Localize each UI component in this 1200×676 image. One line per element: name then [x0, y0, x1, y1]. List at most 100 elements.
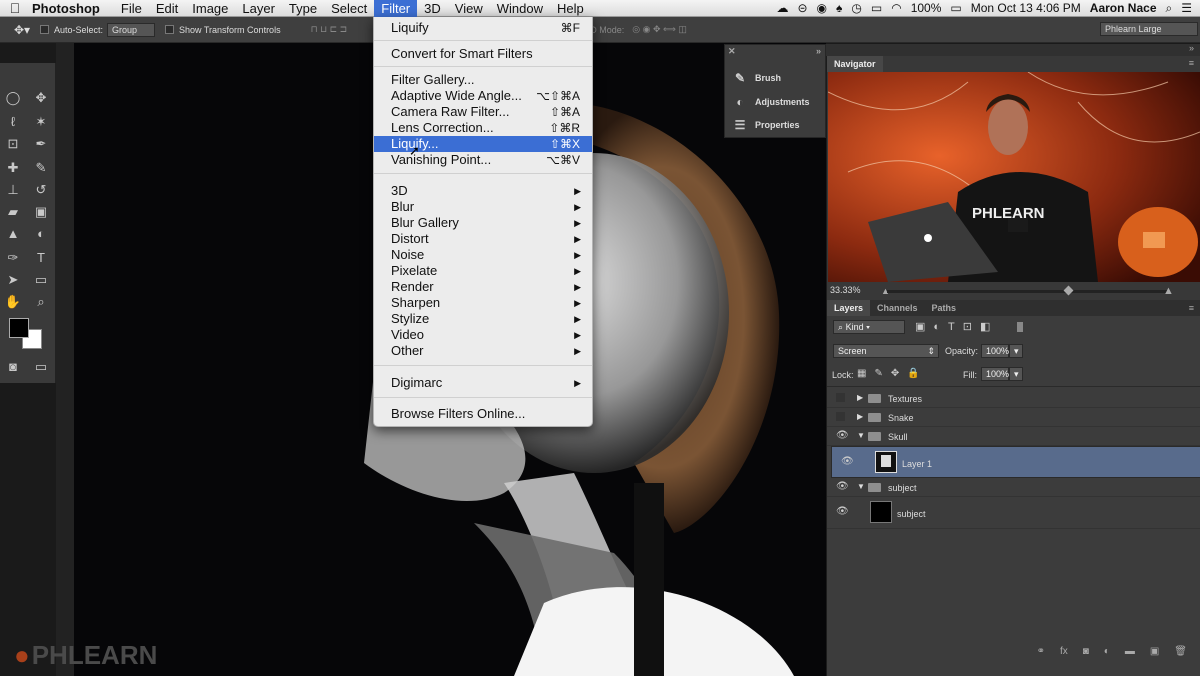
eyedropper-icon[interactable]: ✒ — [32, 135, 50, 153]
menu-item-adaptive-wide-angle[interactable]: Adaptive Wide Angle... ⌥⇧⌘A — [374, 88, 592, 104]
visibility-toggle-off[interactable] — [836, 393, 845, 402]
filter-kind-dropdown[interactable]: ⌕ Kind ▾ — [833, 320, 905, 334]
tab-channels[interactable]: Channels — [870, 300, 925, 316]
align-icons[interactable]: ⊓ ⊔ ⊏ ⊐ — [311, 24, 348, 35]
path-selection-icon[interactable]: ➤ — [4, 271, 22, 289]
menu-item-pixelate[interactable]: Pixelate ▶ — [374, 263, 592, 279]
layer-filter-icons[interactable]: ▣◐T⊡◧ — [915, 320, 998, 333]
airplay-icon[interactable]: ▭ — [871, 1, 882, 15]
menu-item-other[interactable]: Other ▶ — [374, 343, 592, 359]
layer-row-textures[interactable]: ▶ Textures — [827, 389, 1200, 408]
menu-item-liquify-last[interactable]: Liquify ⌘F — [374, 20, 592, 36]
menu-image[interactable]: Image — [185, 0, 235, 17]
menu-3d[interactable]: 3D — [417, 0, 448, 17]
menu-file[interactable]: File — [114, 0, 149, 17]
show-transform-checkbox[interactable] — [165, 25, 175, 34]
navigator-zoom-value[interactable]: 33.33% — [830, 285, 861, 295]
navigator-zoom-slider[interactable] — [887, 285, 1167, 296]
brush-tool-icon[interactable]: ✎ — [32, 159, 50, 177]
menu-item-filter-gallery[interactable]: Filter Gallery... — [374, 72, 592, 88]
pen-tool-icon[interactable]: ✑ — [4, 249, 22, 267]
3d-mode-icons[interactable]: ◎ ◉ ✥ ⟺ ◫ — [632, 24, 687, 35]
menu-layer[interactable]: Layer — [235, 0, 282, 17]
eye-icon[interactable]: 👁 — [836, 430, 849, 441]
menu-item-browse-filters[interactable]: Browse Filters Online... — [374, 406, 592, 422]
add-mask-icon[interactable]: ◙ — [1083, 646, 1089, 657]
hand-tool-icon[interactable]: ✋ — [4, 293, 22, 311]
record-icon[interactable]: ◉ — [817, 1, 827, 15]
new-layer-icon[interactable]: ▣ — [1150, 646, 1159, 657]
opacity-slider-button[interactable]: ▾ — [1009, 344, 1023, 358]
expand-arrow-icon[interactable]: ▶ — [857, 393, 863, 402]
expand-panel-icon[interactable]: » — [816, 46, 821, 56]
clock[interactable]: Mon Oct 13 4:06 PM — [971, 1, 1081, 15]
blur-tool-icon[interactable]: ▲ — [4, 225, 22, 243]
layer-row-layer-1[interactable]: 👁 Layer 1 — [831, 446, 1200, 478]
clone-stamp-icon[interactable]: ⊥ — [4, 181, 22, 199]
menu-item-video[interactable]: Video ▶ — [374, 327, 592, 343]
marquee-tool-icon[interactable]: ◯ — [4, 89, 22, 107]
trash-icon[interactable]: 🗑 — [1174, 646, 1187, 657]
layer-style-icon[interactable]: fx — [1060, 646, 1068, 657]
auto-select-checkbox[interactable] — [40, 25, 49, 34]
menu-item-sharpen[interactable]: Sharpen ▶ — [374, 295, 592, 311]
workspace-dropdown[interactable]: Phlearn Large — [1100, 22, 1198, 36]
layers-menu-icon[interactable]: ≡ — [1189, 303, 1194, 313]
menu-item-lens-correction[interactable]: Lens Correction... ⇧⌘R — [374, 120, 592, 136]
screen-mode-icon[interactable]: ▭ — [32, 358, 50, 376]
zoom-slider-knob[interactable] — [1063, 285, 1074, 296]
menu-type[interactable]: Type — [282, 0, 324, 17]
evernote-icon[interactable]: ♠ — [836, 1, 842, 15]
collapse-arrow-icon[interactable]: ▼ — [857, 431, 865, 440]
opacity-input[interactable]: 100% — [981, 344, 1009, 358]
move-tool-preset-icon[interactable]: ✥▾ — [0, 23, 40, 37]
spotlight-icon[interactable]: ⌕ — [1166, 1, 1173, 16]
menu-item-liquify[interactable]: Liquify... ⇧⌘X — [374, 136, 592, 152]
eye-icon[interactable]: 👁 — [836, 506, 849, 517]
history-brush-icon[interactable]: ↺ — [32, 181, 50, 199]
fill-input[interactable]: 100% — [981, 367, 1009, 381]
layer-row-subject[interactable]: 👁 subject — [827, 497, 1200, 529]
menu-filter[interactable]: Filter — [374, 0, 418, 17]
menu-item-convert-smart-filters[interactable]: Convert for Smart Filters — [374, 46, 592, 62]
app-menu[interactable]: Photoshop — [32, 1, 100, 16]
eye-icon[interactable]: 👁 — [836, 481, 849, 492]
sync-icon[interactable]: ⊝ — [797, 1, 807, 15]
eraser-icon[interactable]: ▰ — [4, 203, 22, 221]
menu-item-vanishing-point[interactable]: Vanishing Point... ⌥⌘V — [374, 152, 592, 168]
menu-view[interactable]: View — [448, 0, 490, 17]
navigator-tab[interactable]: Navigator — [827, 56, 883, 72]
magic-wand-icon[interactable]: ✶ — [32, 113, 50, 131]
menu-item-digimarc[interactable]: Digimarc ▶ — [374, 375, 592, 391]
collapse-panel-icon[interactable]: » — [1189, 43, 1194, 53]
adjustments-panel-button[interactable]: ◐ Adjustments — [733, 95, 809, 109]
lock-icons[interactable]: ▦✎✥🔒 — [857, 368, 928, 379]
close-panel-icon[interactable]: ✕ — [728, 46, 736, 57]
battery-icon[interactable]: ▭ — [950, 1, 961, 15]
menu-item-stylize[interactable]: Stylize ▶ — [374, 311, 592, 327]
layer-row-skull[interactable]: 👁 ▼ Skull — [827, 427, 1200, 446]
expand-arrow-icon[interactable]: ▶ — [857, 412, 863, 421]
tab-layers[interactable]: Layers — [827, 300, 871, 316]
type-tool-icon[interactable]: T — [32, 249, 50, 267]
menu-item-noise[interactable]: Noise ▶ — [374, 247, 592, 263]
cloud-icon[interactable]: ☁ — [776, 1, 788, 15]
gradient-tool-icon[interactable]: ▣ — [32, 203, 50, 221]
dodge-tool-icon[interactable]: ◐ — [32, 225, 50, 243]
menu-help[interactable]: Help — [550, 0, 591, 17]
wifi-icon[interactable]: ◠ — [891, 1, 901, 15]
time-machine-icon[interactable]: ◷ — [851, 1, 861, 15]
new-group-icon[interactable]: ▬ — [1125, 646, 1135, 657]
menu-item-distort[interactable]: Distort ▶ — [374, 231, 592, 247]
zoom-tool-icon[interactable]: ⌕ — [32, 293, 50, 311]
menu-edit[interactable]: Edit — [149, 0, 185, 17]
layer-row-snake[interactable]: ▶ Snake — [827, 408, 1200, 427]
visibility-toggle-off[interactable] — [836, 412, 845, 421]
adjustment-layer-icon[interactable]: ◐ — [1104, 646, 1110, 657]
brush-panel-button[interactable]: ✎ Brush — [733, 71, 781, 85]
move-tool-icon[interactable]: ✥ — [32, 89, 50, 107]
menu-item-render[interactable]: Render ▶ — [374, 279, 592, 295]
filter-toggle[interactable] — [1017, 322, 1023, 332]
quick-mask-icon[interactable]: ◙ — [4, 358, 22, 376]
tab-paths[interactable]: Paths — [925, 300, 964, 316]
